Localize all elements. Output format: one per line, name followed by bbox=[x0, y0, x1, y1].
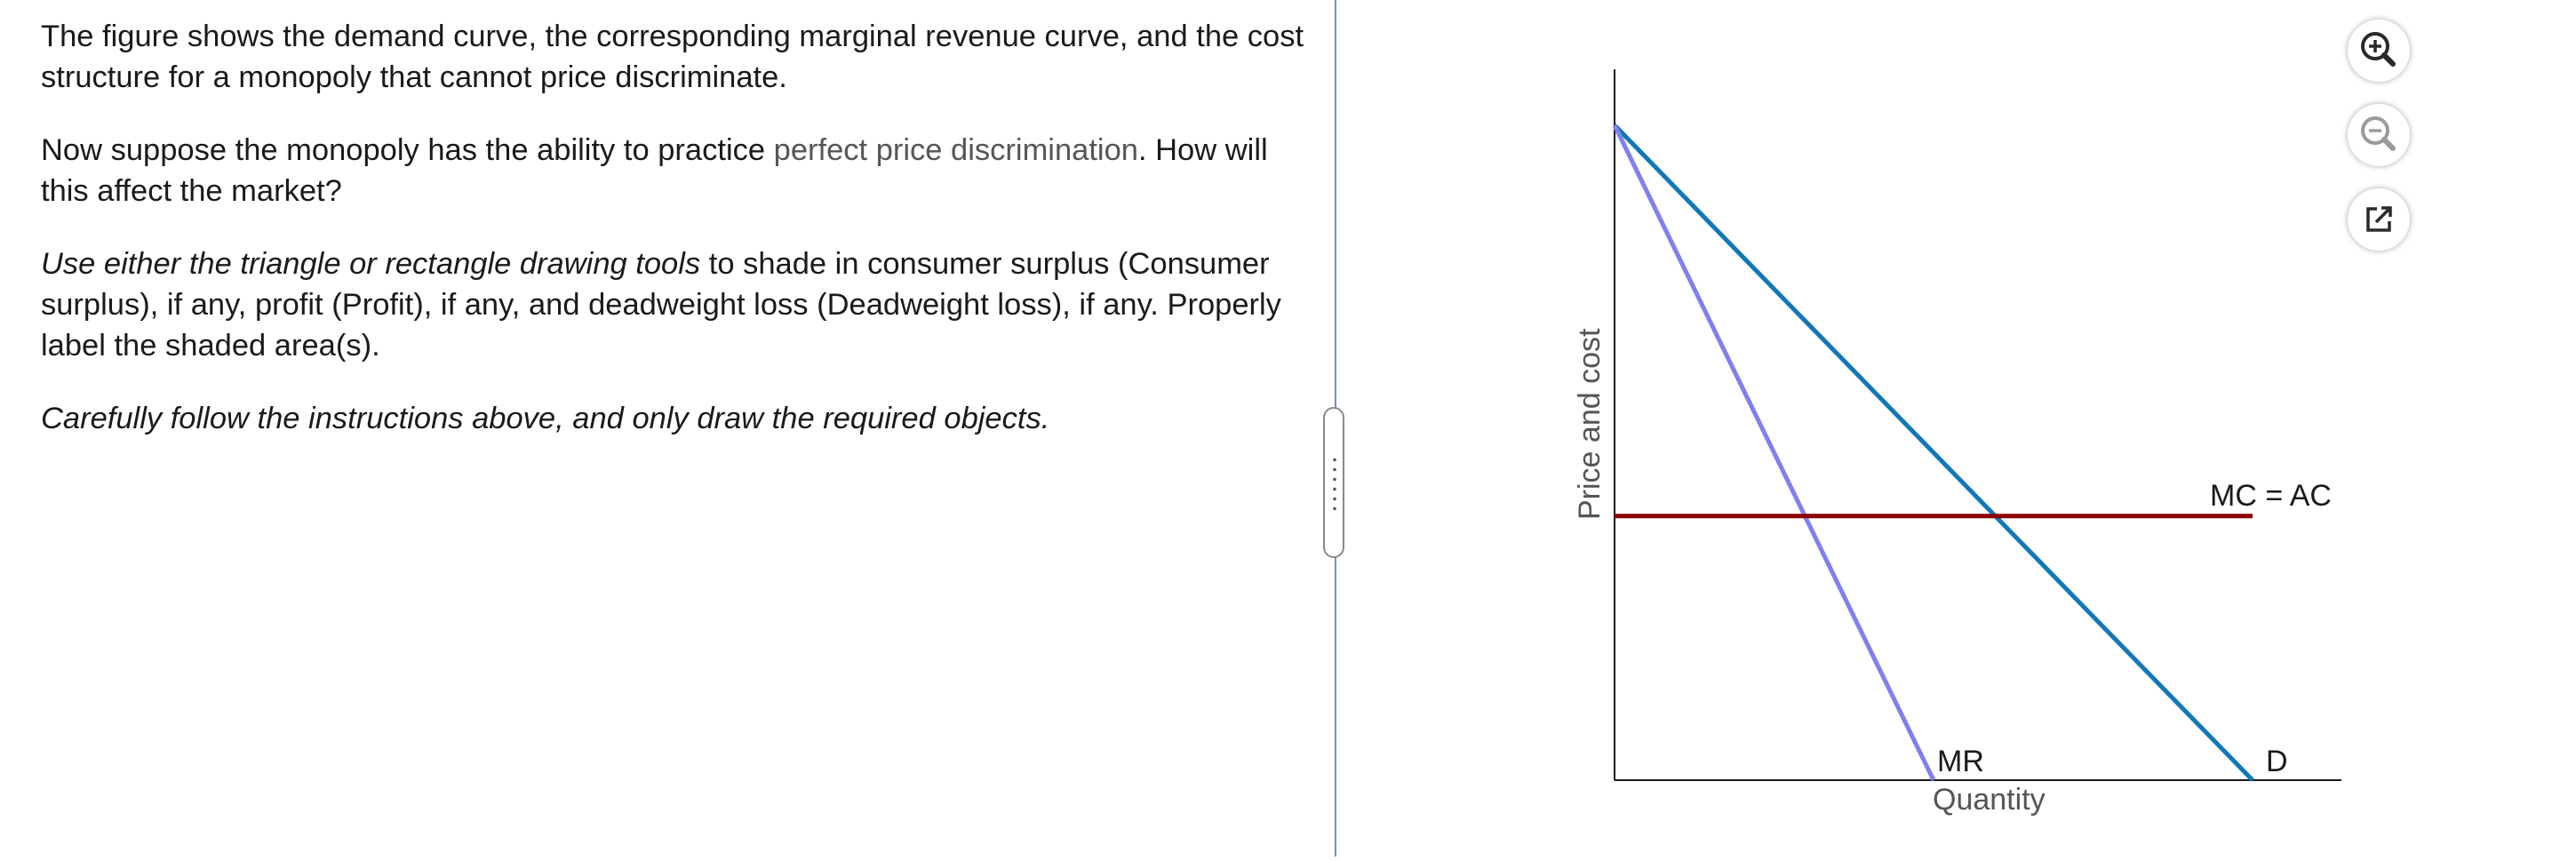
question-paragraph-3: Use either the triangle or rectangle dra… bbox=[41, 243, 1320, 366]
zoom-out-icon bbox=[2361, 116, 2396, 151]
pane-resize-handle[interactable] bbox=[1323, 407, 1344, 558]
question-paragraph-2-start: Now suppose the monopoly has the ability… bbox=[41, 133, 774, 167]
question-paragraph-2: Now suppose the monopoly has the ability… bbox=[41, 130, 1320, 211]
mr-label: MR bbox=[1937, 745, 1984, 778]
y-axis-label: Price and cost bbox=[1573, 328, 1607, 520]
term-hint-link[interactable]: perfect price discrimination bbox=[774, 133, 1138, 167]
x-axis-label: Quantity bbox=[1933, 783, 2046, 817]
mc-ac-label: MC = AC bbox=[2210, 479, 2332, 513]
question-paragraph-1: The figure shows the demand curve, the c… bbox=[41, 20, 1304, 94]
external-link-icon bbox=[2366, 206, 2392, 232]
zoom-out-button[interactable] bbox=[2348, 104, 2410, 166]
series-line-mr bbox=[1612, 124, 1936, 782]
monopoly-chart[interactable]: MC = AC MR D Quantity Price and cost bbox=[1511, 0, 2346, 857]
grip-dots-icon bbox=[1333, 455, 1336, 514]
instruction-italic: Use either the triangle or rectangle dra… bbox=[41, 247, 701, 281]
zoom-in-icon bbox=[2361, 32, 2396, 67]
popout-button[interactable] bbox=[2348, 188, 2410, 251]
question-pane: The figure shows the demand curve, the c… bbox=[0, 0, 1333, 857]
zoom-in-button[interactable] bbox=[2348, 20, 2410, 82]
series-line-d bbox=[1613, 124, 2254, 782]
question-paragraph-4: Carefully follow the instructions above,… bbox=[41, 402, 1050, 435]
d-label: D bbox=[2266, 745, 2288, 778]
graph-area[interactable]: MC = AC MR D Quantity Price and cost bbox=[1511, 0, 2346, 861]
question-text: The figure shows the demand curve, the c… bbox=[41, 16, 1320, 471]
